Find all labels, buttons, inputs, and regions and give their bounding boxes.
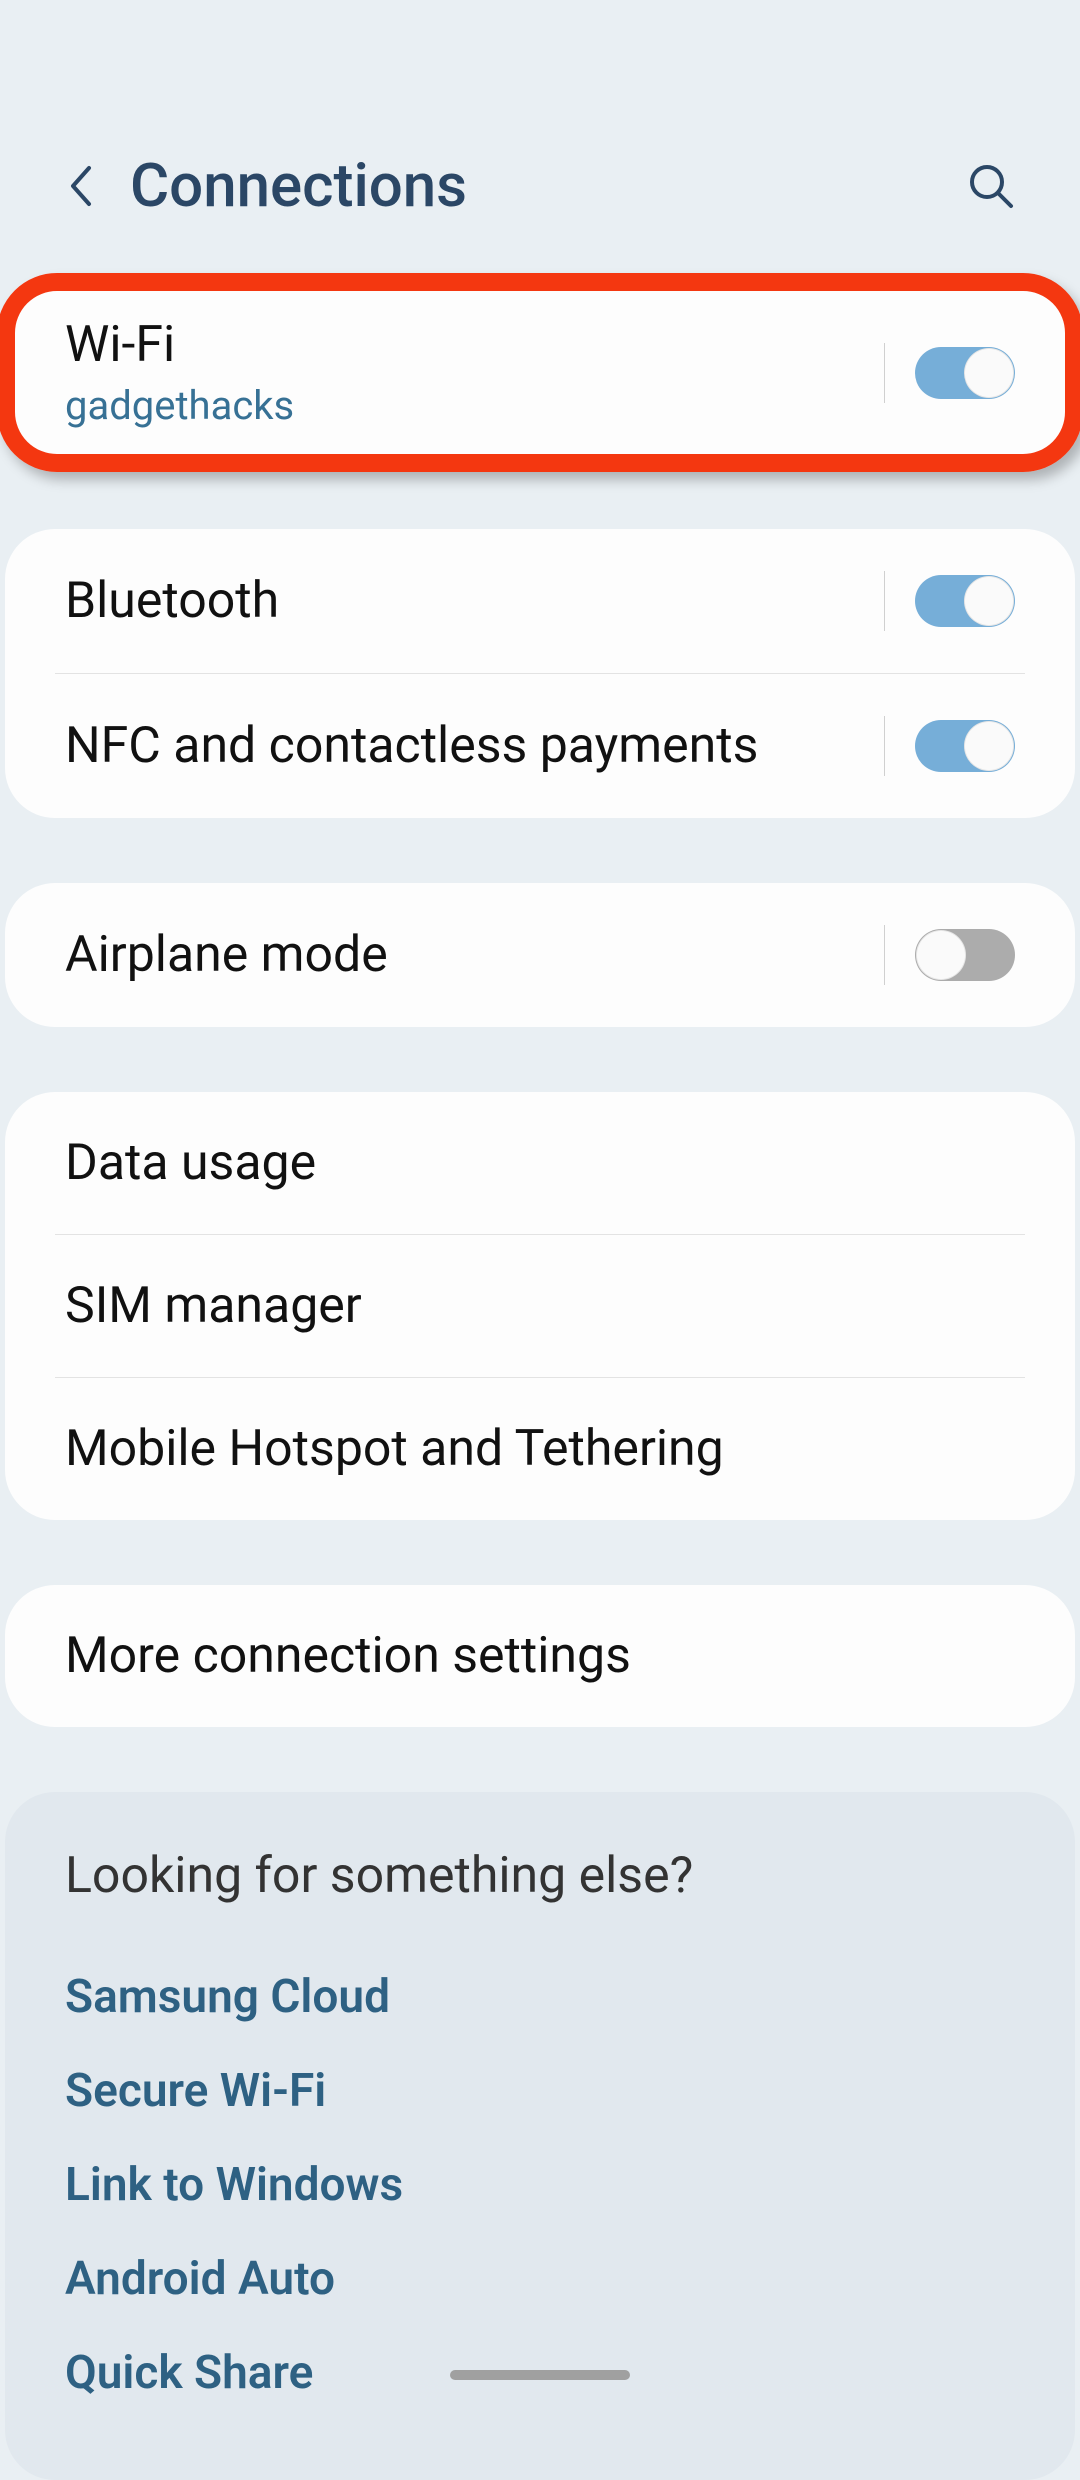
nfc-row[interactable]: NFC and contactless payments — [5, 674, 1075, 818]
airplane-row[interactable]: Airplane mode — [5, 883, 1075, 1027]
search-icon — [967, 162, 1015, 210]
toggle-knob — [964, 348, 1014, 398]
wifi-row[interactable]: Wi-Fi gadgethacks — [5, 281, 1075, 464]
toggle-knob — [964, 576, 1014, 626]
toggle-divider — [884, 571, 885, 631]
row-content: Airplane mode — [65, 926, 884, 984]
row-title: Data usage — [65, 1134, 1015, 1192]
row-title: Airplane mode — [65, 926, 884, 984]
page-title: Connections — [130, 150, 467, 221]
data-usage-row[interactable]: Data usage — [5, 1092, 1075, 1234]
home-indicator[interactable] — [450, 2370, 630, 2380]
suggestion-secure-wifi[interactable]: Secure Wi-Fi — [65, 2044, 1015, 2138]
toggle-divider — [884, 925, 885, 985]
more-settings-row[interactable]: More connection settings — [5, 1585, 1075, 1727]
row-title: More connection settings — [65, 1627, 1015, 1685]
more-card: More connection settings — [5, 1585, 1075, 1727]
toggle-divider — [884, 343, 885, 403]
connectivity-card: Bluetooth NFC and contactless payments — [5, 529, 1075, 818]
wifi-card: Wi-Fi gadgethacks — [5, 281, 1075, 464]
bluetooth-toggle[interactable] — [915, 575, 1015, 627]
row-content: Data usage — [65, 1134, 1015, 1192]
row-content: Bluetooth — [65, 572, 884, 630]
header: Connections — [0, 0, 1080, 271]
toggle-divider — [884, 716, 885, 776]
toggle-wrapper — [884, 716, 1015, 776]
row-title: Mobile Hotspot and Tethering — [65, 1420, 1015, 1478]
toggle-knob — [964, 721, 1014, 771]
row-content: More connection settings — [65, 1627, 1015, 1685]
row-content: SIM manager — [65, 1277, 1015, 1335]
airplane-card: Airplane mode — [5, 883, 1075, 1027]
suggestion-samsung-cloud[interactable]: Samsung Cloud — [65, 1950, 1015, 2044]
row-subtitle: gadgethacks — [65, 382, 884, 429]
row-title: NFC and contactless payments — [65, 717, 884, 775]
suggestion-android-auto[interactable]: Android Auto — [65, 2232, 1015, 2326]
toggle-knob — [916, 930, 966, 980]
wifi-toggle[interactable] — [915, 347, 1015, 399]
toggle-wrapper — [884, 343, 1015, 403]
toggle-wrapper — [884, 571, 1015, 631]
data-card: Data usage SIM manager Mobile Hotspot an… — [5, 1092, 1075, 1520]
chevron-left-icon — [67, 164, 93, 208]
row-title: Wi-Fi — [65, 316, 884, 374]
row-title: SIM manager — [65, 1277, 1015, 1335]
row-content: NFC and contactless payments — [65, 717, 884, 775]
sim-manager-row[interactable]: SIM manager — [5, 1235, 1075, 1377]
bluetooth-row[interactable]: Bluetooth — [5, 529, 1075, 673]
suggestions-title: Looking for something else? — [65, 1847, 1015, 1905]
row-content: Wi-Fi gadgethacks — [65, 316, 884, 429]
toggle-wrapper — [884, 925, 1015, 985]
airplane-toggle[interactable] — [915, 929, 1015, 981]
row-title: Bluetooth — [65, 572, 884, 630]
back-button[interactable] — [60, 166, 100, 206]
search-button[interactable] — [967, 162, 1015, 210]
row-content: Mobile Hotspot and Tethering — [65, 1420, 1015, 1478]
nfc-toggle[interactable] — [915, 720, 1015, 772]
hotspot-row[interactable]: Mobile Hotspot and Tethering — [5, 1378, 1075, 1520]
suggestion-link-windows[interactable]: Link to Windows — [65, 2138, 1015, 2232]
